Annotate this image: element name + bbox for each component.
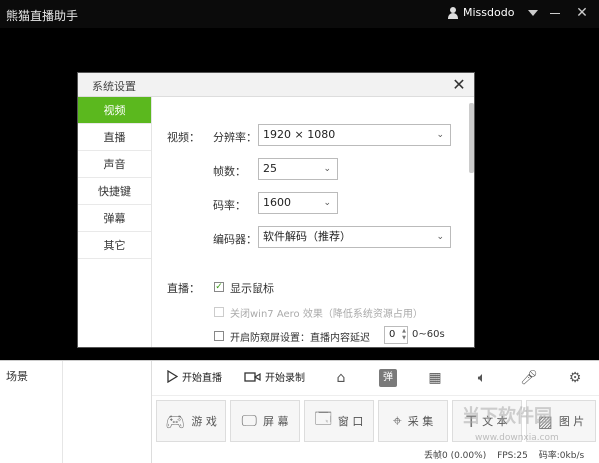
anti-peek-label: 开启防窥屏设置：直播内容延迟 bbox=[230, 333, 370, 344]
nav-item-hotkeys[interactable]: 快捷键 bbox=[78, 178, 151, 205]
status-dropped-frames: 丢帧0 (0.00%) bbox=[424, 451, 487, 461]
title-bar: 熊猫直播助手 Missdodo ✕ bbox=[0, 0, 599, 28]
settings-gear-icon[interactable]: ⚙ bbox=[566, 369, 584, 387]
resolution-select[interactable]: 1920 × 1080 ⌄ bbox=[258, 124, 451, 146]
minimize-icon[interactable] bbox=[550, 13, 560, 14]
status-bitrate: 码率:0kb/s bbox=[538, 451, 585, 461]
camera-icon bbox=[244, 371, 261, 382]
stepper-arrows-icon[interactable]: ▲ ▼ bbox=[402, 328, 406, 342]
location-icon: ⌖ bbox=[392, 411, 402, 430]
status-bar: 丢帧0 (0.00%) FPS:25 码率:0kb/s bbox=[424, 448, 592, 461]
nav-item-live[interactable]: 直播 bbox=[78, 124, 151, 151]
source-screen-label: 屏 幕 bbox=[262, 415, 289, 428]
source-window-button[interactable]: 🗔︎ 窗 口 bbox=[304, 400, 374, 442]
start-record-button[interactable]: 开始录制 bbox=[244, 369, 305, 384]
speaker-icon[interactable]: 🔈︎ bbox=[473, 369, 491, 387]
source-capture-label: 采 集 bbox=[407, 415, 434, 428]
nav-item-danmaku[interactable]: 弹幕 bbox=[78, 205, 151, 232]
source-game-label: 游 戏 bbox=[191, 415, 217, 428]
window-close-icon[interactable]: ✕ bbox=[575, 6, 589, 20]
app-title: 熊猫直播助手 bbox=[6, 9, 79, 23]
username: Missdodo bbox=[463, 6, 515, 19]
user-icon bbox=[448, 6, 458, 19]
source-screen-button[interactable]: 🖵︎ 屏 幕 bbox=[230, 400, 300, 442]
settings-nav: 视频 直播 声音 快捷键 弹幕 其它 bbox=[78, 97, 152, 347]
show-cursor-checkbox[interactable]: ✓ bbox=[214, 282, 224, 292]
fps-label: 帧数： bbox=[213, 165, 246, 178]
start-live-button[interactable]: 开始直播 bbox=[166, 369, 222, 384]
delay-range: 0~60s bbox=[412, 329, 445, 340]
toolbar: 开始直播 开始录制 ⌂ 弹 ▦ 🔈︎ 🎤︎ ⚙ bbox=[152, 361, 599, 396]
danmaku-icon[interactable]: 弹 bbox=[379, 369, 397, 387]
chevron-down-icon: ⌄ bbox=[436, 232, 444, 242]
live-section-label: 直播： bbox=[167, 282, 200, 295]
settings-dialog: 系统设置 ✕ 视频 直播 声音 快捷键 弹幕 其它 视频： 分辨率： 1920 … bbox=[77, 72, 475, 348]
microphone-icon[interactable]: 🎤︎ bbox=[520, 369, 538, 387]
watermark-text: 当下软件园 bbox=[462, 406, 552, 427]
watermark-url: www.downxia.com bbox=[475, 433, 559, 443]
source-window-label: 窗 口 bbox=[337, 415, 364, 428]
nav-item-video[interactable]: 视频 bbox=[78, 97, 151, 124]
grid-icon[interactable]: ▦ bbox=[426, 369, 444, 387]
fps-value: 25 bbox=[263, 162, 277, 175]
delay-value: 0 bbox=[389, 329, 396, 340]
user-dropdown-caret-icon[interactable] bbox=[528, 10, 538, 16]
dialog-title: 系统设置 bbox=[92, 80, 136, 93]
encoder-value: 软件解码（推荐） bbox=[263, 230, 351, 243]
anti-peek-checkbox[interactable] bbox=[214, 331, 224, 341]
source-capture-button[interactable]: ⌖ 采 集 bbox=[378, 400, 448, 442]
bitrate-label: 码率： bbox=[213, 199, 246, 212]
video-section-label: 视频： bbox=[167, 131, 200, 144]
bitrate-value: 1600 bbox=[263, 196, 291, 209]
delay-stepper[interactable]: 0 ▲ ▼ bbox=[384, 326, 408, 344]
dialog-header: 系统设置 ✕ bbox=[78, 73, 474, 97]
scene-label: 场景 bbox=[6, 370, 28, 383]
disable-aero-label: 关闭win7 Aero 效果（降低系统资源占用） bbox=[230, 309, 423, 320]
scene-panel: 场景 bbox=[0, 361, 152, 463]
user-menu[interactable]: Missdodo bbox=[448, 6, 514, 19]
source-image-label: 图 片 bbox=[558, 415, 585, 428]
settings-content: 视频： 分辨率： 1920 × 1080 ⌄ 帧数： 25 ⌄ 码率： 1600… bbox=[153, 97, 474, 347]
start-record-label: 开始录制 bbox=[265, 373, 305, 384]
window-icon: 🗔︎ bbox=[314, 408, 332, 428]
chevron-down-icon: ⌄ bbox=[436, 130, 444, 140]
content-scrollbar[interactable] bbox=[469, 103, 474, 173]
disable-aero-checkbox[interactable] bbox=[214, 307, 224, 317]
chevron-down-icon: ⌄ bbox=[323, 164, 331, 174]
show-cursor-label: 显示鼠标 bbox=[230, 282, 274, 295]
dialog-close-icon[interactable]: ✕ bbox=[451, 75, 467, 94]
nav-item-audio[interactable]: 声音 bbox=[78, 151, 151, 178]
resolution-label: 分辨率： bbox=[213, 131, 257, 144]
resolution-value: 1920 × 1080 bbox=[263, 128, 336, 141]
bitrate-select[interactable]: 1600 ⌄ bbox=[258, 192, 338, 214]
status-fps: FPS:25 bbox=[497, 451, 528, 461]
play-icon bbox=[167, 370, 178, 383]
nav-item-other[interactable]: 其它 bbox=[78, 232, 151, 259]
encoder-label: 编码器： bbox=[213, 233, 257, 246]
source-game-button[interactable]: 🎮︎ 游 戏 bbox=[156, 400, 226, 442]
monitor-icon: 🖵︎ bbox=[241, 411, 257, 430]
gamepad-icon: 🎮︎ bbox=[165, 411, 186, 431]
start-live-label: 开始直播 bbox=[182, 373, 222, 384]
scene-divider bbox=[62, 361, 63, 463]
home-icon[interactable]: ⌂ bbox=[332, 369, 350, 387]
chevron-down-icon: ⌄ bbox=[323, 198, 331, 208]
fps-select[interactable]: 25 ⌄ bbox=[258, 158, 338, 180]
encoder-select[interactable]: 软件解码（推荐） ⌄ bbox=[258, 226, 451, 248]
